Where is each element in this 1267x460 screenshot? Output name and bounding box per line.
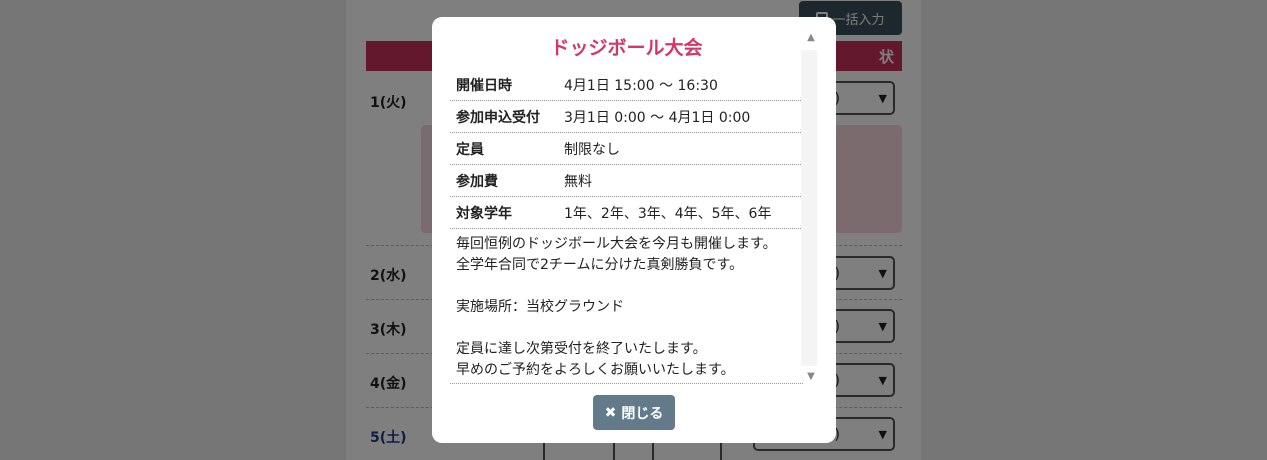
info-label: 定員 <box>456 141 484 158</box>
info-value: 4月1日 15:00 〜 16:30 <box>564 77 718 94</box>
info-label: 参加申込受付 <box>456 109 540 126</box>
info-value: 1年、2年、3年、4年、5年、6年 <box>564 205 772 222</box>
info-row: 開催日時 4月1日 15:00 〜 16:30 <box>450 69 803 101</box>
info-label: 開催日時 <box>456 77 512 94</box>
info-value: 制限なし <box>564 141 620 158</box>
info-row: 対象学年 1年、2年、3年、4年、5年、6年 <box>450 197 803 229</box>
event-description: 毎回恒例のドッジボール大会を今月も開催します。 全学年合同で2チームに分けた真剣… <box>456 236 777 378</box>
event-detail-modal: ドッジボール大会 開催日時 4月1日 15:00 〜 16:30 参加申込受付 … <box>432 17 836 443</box>
info-row: 参加申込受付 3月1日 0:00 〜 4月1日 0:00 <box>450 101 803 133</box>
info-value: 無料 <box>564 173 592 190</box>
scrollbar-track[interactable] <box>801 50 817 366</box>
triangle-down-icon[interactable]: ▼ <box>804 371 818 382</box>
close-label: 閉じる <box>621 405 664 422</box>
info-value: 3月1日 0:00 〜 4月1日 0:00 <box>564 109 751 126</box>
info-label: 参加費 <box>456 173 498 190</box>
info-row: 定員 制限なし <box>450 133 803 165</box>
scroll-bottom-divider <box>450 383 803 384</box>
modal-scroll-area[interactable]: ドッジボール大会 開催日時 4月1日 15:00 〜 16:30 参加申込受付 … <box>450 27 803 402</box>
modal-title: ドッジボール大会 <box>550 37 703 59</box>
x-icon: ✖ <box>604 404 617 421</box>
info-label: 対象学年 <box>456 205 512 222</box>
close-button[interactable]: ✖ 閉じる <box>593 395 675 430</box>
triangle-up-icon[interactable]: ▲ <box>804 32 818 43</box>
info-row: 参加費 無料 <box>450 165 803 197</box>
